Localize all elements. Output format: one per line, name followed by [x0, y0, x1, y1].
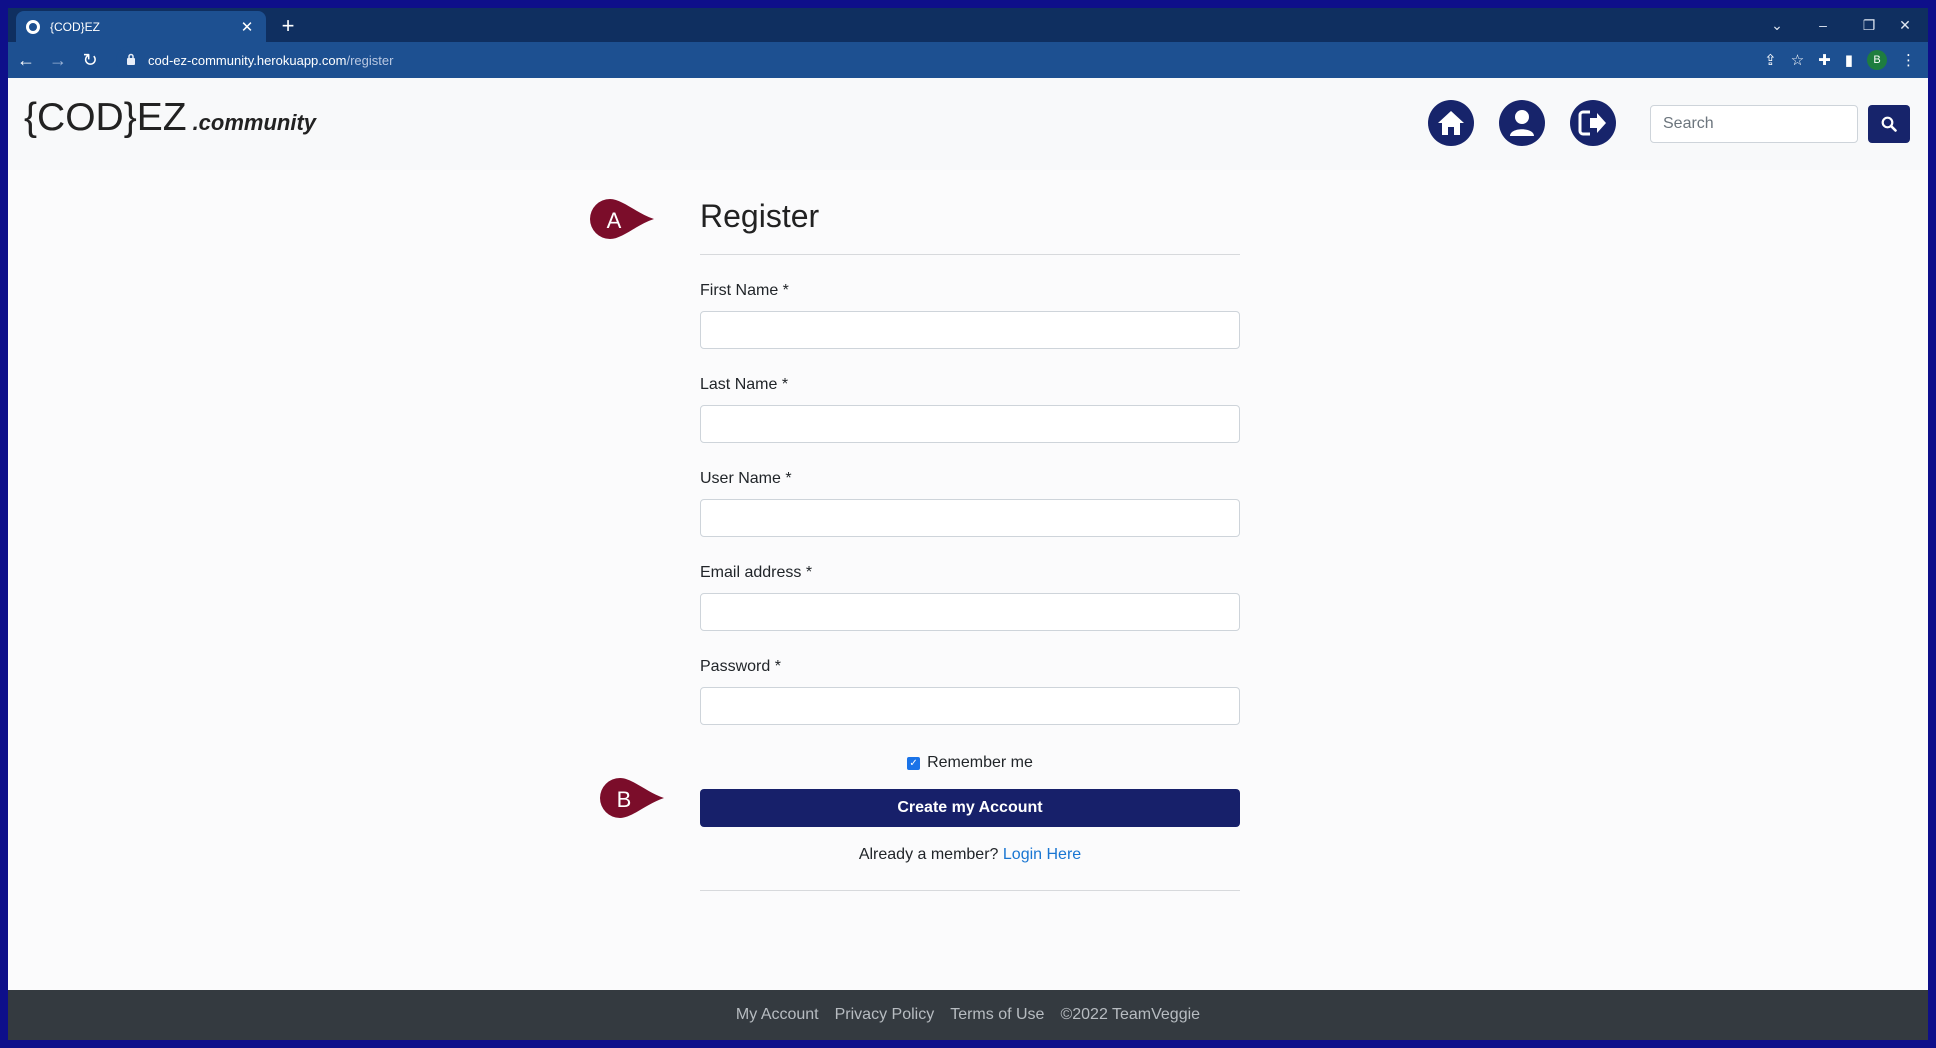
url-host: cod-ez-community.herokuapp.com	[148, 52, 347, 68]
tab-title: {COD}EZ	[50, 19, 101, 34]
footer-copyright: ©2022 TeamVeggie	[1060, 1006, 1201, 1023]
close-window-icon[interactable]: ✕	[1882, 8, 1928, 42]
main-content: A B Register First Name * Last Name * Us…	[8, 170, 1928, 990]
site-navbar: {COD}EZ .community	[8, 78, 1928, 170]
close-tab-icon[interactable]: ✕	[238, 18, 256, 36]
search-icon	[1881, 116, 1897, 132]
footer-link-terms[interactable]: Terms of Use	[950, 1006, 1044, 1024]
forward-arrow-icon[interactable]: →	[44, 46, 72, 74]
brand-logo[interactable]: {COD}EZ .community	[24, 96, 316, 140]
email-field[interactable]	[700, 593, 1240, 631]
brand-sub: .community	[192, 110, 317, 135]
email-label: Email address *	[700, 564, 813, 581]
footer-link-privacy[interactable]: Privacy Policy	[835, 1006, 935, 1024]
bookmark-star-icon[interactable]: ☆	[1791, 51, 1804, 69]
title-divider	[700, 254, 1240, 255]
reload-icon[interactable]: ↻	[76, 46, 104, 74]
browser-tab[interactable]: {COD}EZ ✕	[16, 11, 266, 42]
user-icon[interactable]	[1499, 100, 1545, 146]
new-tab-button[interactable]: +	[276, 14, 300, 38]
remember-me-checkbox[interactable]: ✓	[907, 756, 921, 770]
globe-icon	[26, 19, 40, 34]
remember-me-row: ✓ Remember me	[700, 754, 1240, 772]
password-label: Password *	[700, 658, 781, 675]
url-path: /register	[346, 52, 394, 68]
share-icon[interactable]: ⇪	[1764, 51, 1777, 69]
first-name-field[interactable]	[700, 311, 1240, 349]
search-button[interactable]	[1868, 105, 1910, 143]
login-prompt: Already a member? Login Here	[700, 846, 1240, 864]
footer-link-my-account[interactable]: My Account	[736, 1006, 819, 1024]
login-link[interactable]: Login Here	[1003, 846, 1081, 863]
tab-strip: {COD}EZ ✕ + ⌄ – ❐ ✕	[8, 8, 1928, 42]
remember-me-label[interactable]: Remember me	[927, 754, 1033, 772]
extensions-icon[interactable]: ✚	[1818, 51, 1831, 69]
page-title: Register	[700, 198, 820, 234]
address-bar[interactable]: cod-ez-community.herokuapp.com/register	[116, 46, 1796, 74]
bottom-divider	[700, 890, 1240, 891]
brand-main: {COD}EZ	[24, 96, 187, 139]
toolbar-actions: ⇪ ☆ ✚ ▮ B ⋮	[1764, 46, 1916, 74]
last-name-field[interactable]	[700, 405, 1240, 443]
back-arrow-icon[interactable]: ←	[12, 46, 40, 74]
page: {COD}EZ .community A	[8, 78, 1928, 1040]
home-icon[interactable]	[1428, 100, 1474, 146]
first-name-label: First Name *	[700, 282, 789, 299]
user-name-label: User Name *	[700, 470, 792, 487]
search-input[interactable]	[1650, 105, 1858, 143]
logout-icon[interactable]	[1570, 100, 1616, 146]
create-account-button[interactable]: Create my Account	[700, 789, 1240, 827]
lock-icon	[126, 53, 142, 68]
already-member-text: Already a member?	[858, 846, 999, 863]
site-footer: My Account Privacy Policy Terms of Use ©…	[8, 990, 1928, 1040]
user-name-field[interactable]	[700, 499, 1240, 537]
last-name-label: Last Name *	[700, 376, 789, 393]
marker-a-label: A	[606, 208, 622, 233]
minimize-icon[interactable]: –	[1800, 8, 1846, 42]
browser-toolbar: ← → ↻ cod-ez-community.herokuapp.com/reg…	[8, 42, 1928, 78]
browser-window: {COD}EZ ✕ + ⌄ – ❐ ✕ ← → ↻ cod-ez-communi…	[8, 8, 1928, 1040]
side-panel-icon[interactable]: ▮	[1845, 51, 1853, 69]
menu-kebab-icon[interactable]: ⋮	[1901, 51, 1916, 69]
password-field[interactable]	[700, 687, 1240, 725]
tab-search-icon[interactable]: ⌄	[1754, 8, 1800, 42]
profile-avatar[interactable]: B	[1867, 50, 1887, 70]
marker-b-label: B	[616, 787, 632, 812]
